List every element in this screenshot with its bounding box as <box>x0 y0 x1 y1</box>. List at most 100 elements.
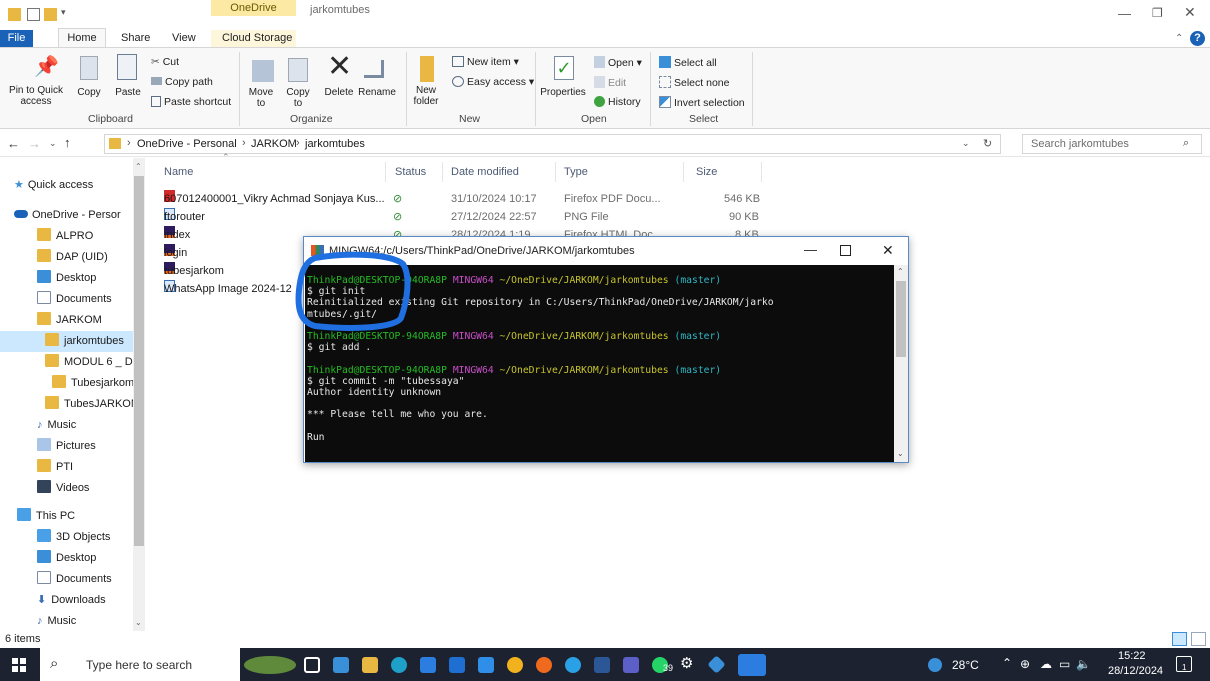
volume-icon[interactable]: 🔈 <box>1076 657 1091 671</box>
tab-cloud-storage[interactable]: Cloud Storage <box>222 32 292 44</box>
address-dropdown-icon[interactable]: ⌄ <box>962 138 970 149</box>
teams-icon[interactable] <box>333 657 349 673</box>
edit-button[interactable]: Edit <box>594 76 626 89</box>
app-icon[interactable] <box>565 657 581 673</box>
edge-icon[interactable] <box>391 657 407 673</box>
cut-button[interactable]: ✂ Cut <box>151 56 179 68</box>
pinned-app-icon[interactable] <box>707 655 726 674</box>
invert-selection-button[interactable]: Invert selection <box>659 96 745 109</box>
move-to-button[interactable]: Move to <box>244 87 278 109</box>
nav-scrollbar[interactable]: ⌃ ⌄ <box>133 158 145 632</box>
column-divider[interactable] <box>555 162 556 182</box>
column-divider[interactable] <box>761 162 762 182</box>
nav-item-downloads[interactable]: ⬇ Downloads <box>0 590 133 611</box>
scroll-down-icon[interactable]: ⌄ <box>135 618 142 627</box>
nav-item-videos[interactable]: Videos <box>0 478 133 499</box>
network-icon[interactable]: ⊕ <box>1020 657 1030 671</box>
tab-file[interactable]: File <box>0 30 33 47</box>
nav-item-pictures[interactable]: Pictures <box>0 436 133 457</box>
show-hidden-icons-icon[interactable]: ⌃ <box>1002 656 1012 670</box>
refresh-icon[interactable]: ↻ <box>983 137 992 150</box>
weather-icon[interactable] <box>928 658 942 672</box>
breadcrumb-jarkomtubes[interactable]: jarkomtubes <box>305 138 365 150</box>
vscode-icon[interactable] <box>478 657 494 673</box>
settings-gear-icon[interactable]: ⚙ <box>680 654 693 672</box>
clock-time[interactable]: 15:22 <box>1118 650 1146 662</box>
properties-button[interactable]: Properties <box>539 87 587 98</box>
terminal-close-button[interactable]: ✕ <box>882 242 894 259</box>
nav-item-alpro[interactable]: ALPRO <box>0 226 133 247</box>
paste-button[interactable]: Paste <box>113 87 143 98</box>
column-header-date[interactable]: Date modified <box>451 166 519 178</box>
scroll-up-icon[interactable]: ⌃ <box>135 162 142 171</box>
restore-button[interactable]: ❐ <box>1152 6 1163 20</box>
nav-item-jarkom[interactable]: JARKOM <box>0 310 133 331</box>
paste-shortcut-button[interactable]: Paste shortcut <box>151 96 231 108</box>
copy-button[interactable]: Copy <box>75 87 103 98</box>
up-arrow-icon[interactable]: ↑ <box>64 135 71 150</box>
nav-item-desktop-pc[interactable]: Desktop <box>0 548 133 569</box>
people-icon[interactable] <box>420 657 436 673</box>
nav-item-tubesjarkom[interactable]: Tubesjarkom <box>0 373 133 394</box>
select-none-button[interactable]: Select none <box>659 76 729 89</box>
nav-item-quick-access[interactable]: ★ Quick access <box>0 175 133 196</box>
store-icon[interactable] <box>449 657 465 673</box>
rename-button[interactable]: Rename <box>358 87 396 98</box>
chrome-icon[interactable] <box>507 657 523 673</box>
terminal-maximize-button[interactable] <box>840 245 851 256</box>
column-header-name[interactable]: Name <box>164 166 193 178</box>
copy-to-button[interactable]: Copy to <box>283 87 313 109</box>
forward-arrow-icon[interactable]: → <box>28 136 41 151</box>
nav-scroll-thumb[interactable] <box>134 176 144 546</box>
weather-temperature[interactable]: 28°C <box>952 658 979 672</box>
word-icon[interactable] <box>594 657 610 673</box>
terminal-scrollbar[interactable]: ⌃ ⌄ <box>894 265 908 462</box>
scroll-up-icon[interactable]: ⌃ <box>897 267 904 276</box>
breadcrumb-jarkom[interactable]: JARKOM <box>251 138 297 150</box>
windows-start-button[interactable] <box>12 658 26 672</box>
nav-item-music[interactable]: ♪ Music <box>0 415 133 436</box>
nav-item-modul6[interactable]: MODUL 6 _ Das <box>0 352 133 373</box>
pin-to-quick-access-button[interactable]: Pin to Quick access <box>1 85 71 107</box>
large-icons-view-icon[interactable] <box>1191 632 1206 646</box>
select-all-button[interactable]: Select all <box>659 56 717 69</box>
terminal-scroll-thumb[interactable] <box>896 281 906 357</box>
active-app-icon[interactable] <box>738 654 766 676</box>
column-header-size[interactable]: Size <box>696 166 717 178</box>
nav-item-pti[interactable]: PTI <box>0 457 133 478</box>
easy-access-button[interactable]: Easy access ▾ <box>452 76 534 88</box>
history-button[interactable]: History <box>594 96 641 108</box>
collapse-ribbon-icon[interactable]: ⌃ <box>1175 33 1183 44</box>
column-divider[interactable] <box>385 162 386 182</box>
properties-qat-icon[interactable] <box>27 8 40 21</box>
column-header-status[interactable]: Status <box>395 166 426 178</box>
copy-path-button[interactable]: Copy path <box>151 76 213 88</box>
help-icon[interactable]: ? <box>1190 31 1205 46</box>
nav-item-onedrive[interactable]: OneDrive - Persor <box>0 205 133 226</box>
nav-item-desktop[interactable]: Desktop <box>0 268 133 289</box>
delete-button[interactable]: Delete <box>320 87 358 98</box>
clock-date[interactable]: 28/12/2024 <box>1108 665 1163 677</box>
teams-app-icon[interactable] <box>623 657 639 673</box>
open-button[interactable]: Open ▾ <box>594 56 642 69</box>
nav-item-documents-pc[interactable]: Documents <box>0 569 133 590</box>
nav-item-jarkomtubes[interactable]: jarkomtubes <box>0 331 133 352</box>
column-divider[interactable] <box>683 162 684 182</box>
file-row[interactable]: 607012400001_Vikry Achmad Sonjaya Kus...… <box>164 190 774 208</box>
nav-item-documents[interactable]: Documents <box>0 289 133 310</box>
nav-item-music-pc[interactable]: ♪ Music <box>0 611 133 632</box>
new-item-button[interactable]: New item ▾ <box>452 56 519 68</box>
breadcrumb-onedrive[interactable]: OneDrive - Personal <box>137 138 237 150</box>
nav-item-this-pc[interactable]: This PC <box>0 506 133 527</box>
scroll-down-icon[interactable]: ⌄ <box>897 449 904 458</box>
tab-share[interactable]: Share <box>121 32 150 44</box>
recent-locations-icon[interactable]: ⌄ <box>49 138 57 149</box>
file-explorer-icon[interactable] <box>362 657 378 673</box>
address-box[interactable]: › OneDrive - Personal › JARKOM › jarkomt… <box>104 134 1001 154</box>
close-button[interactable]: ✕ <box>1184 4 1196 21</box>
task-view-icon[interactable] <box>304 657 320 673</box>
customize-qat-icon[interactable]: ▾ <box>61 7 66 18</box>
tab-view[interactable]: View <box>172 32 196 44</box>
minimize-button[interactable]: — <box>1118 6 1131 21</box>
tab-home[interactable]: Home <box>58 28 106 47</box>
